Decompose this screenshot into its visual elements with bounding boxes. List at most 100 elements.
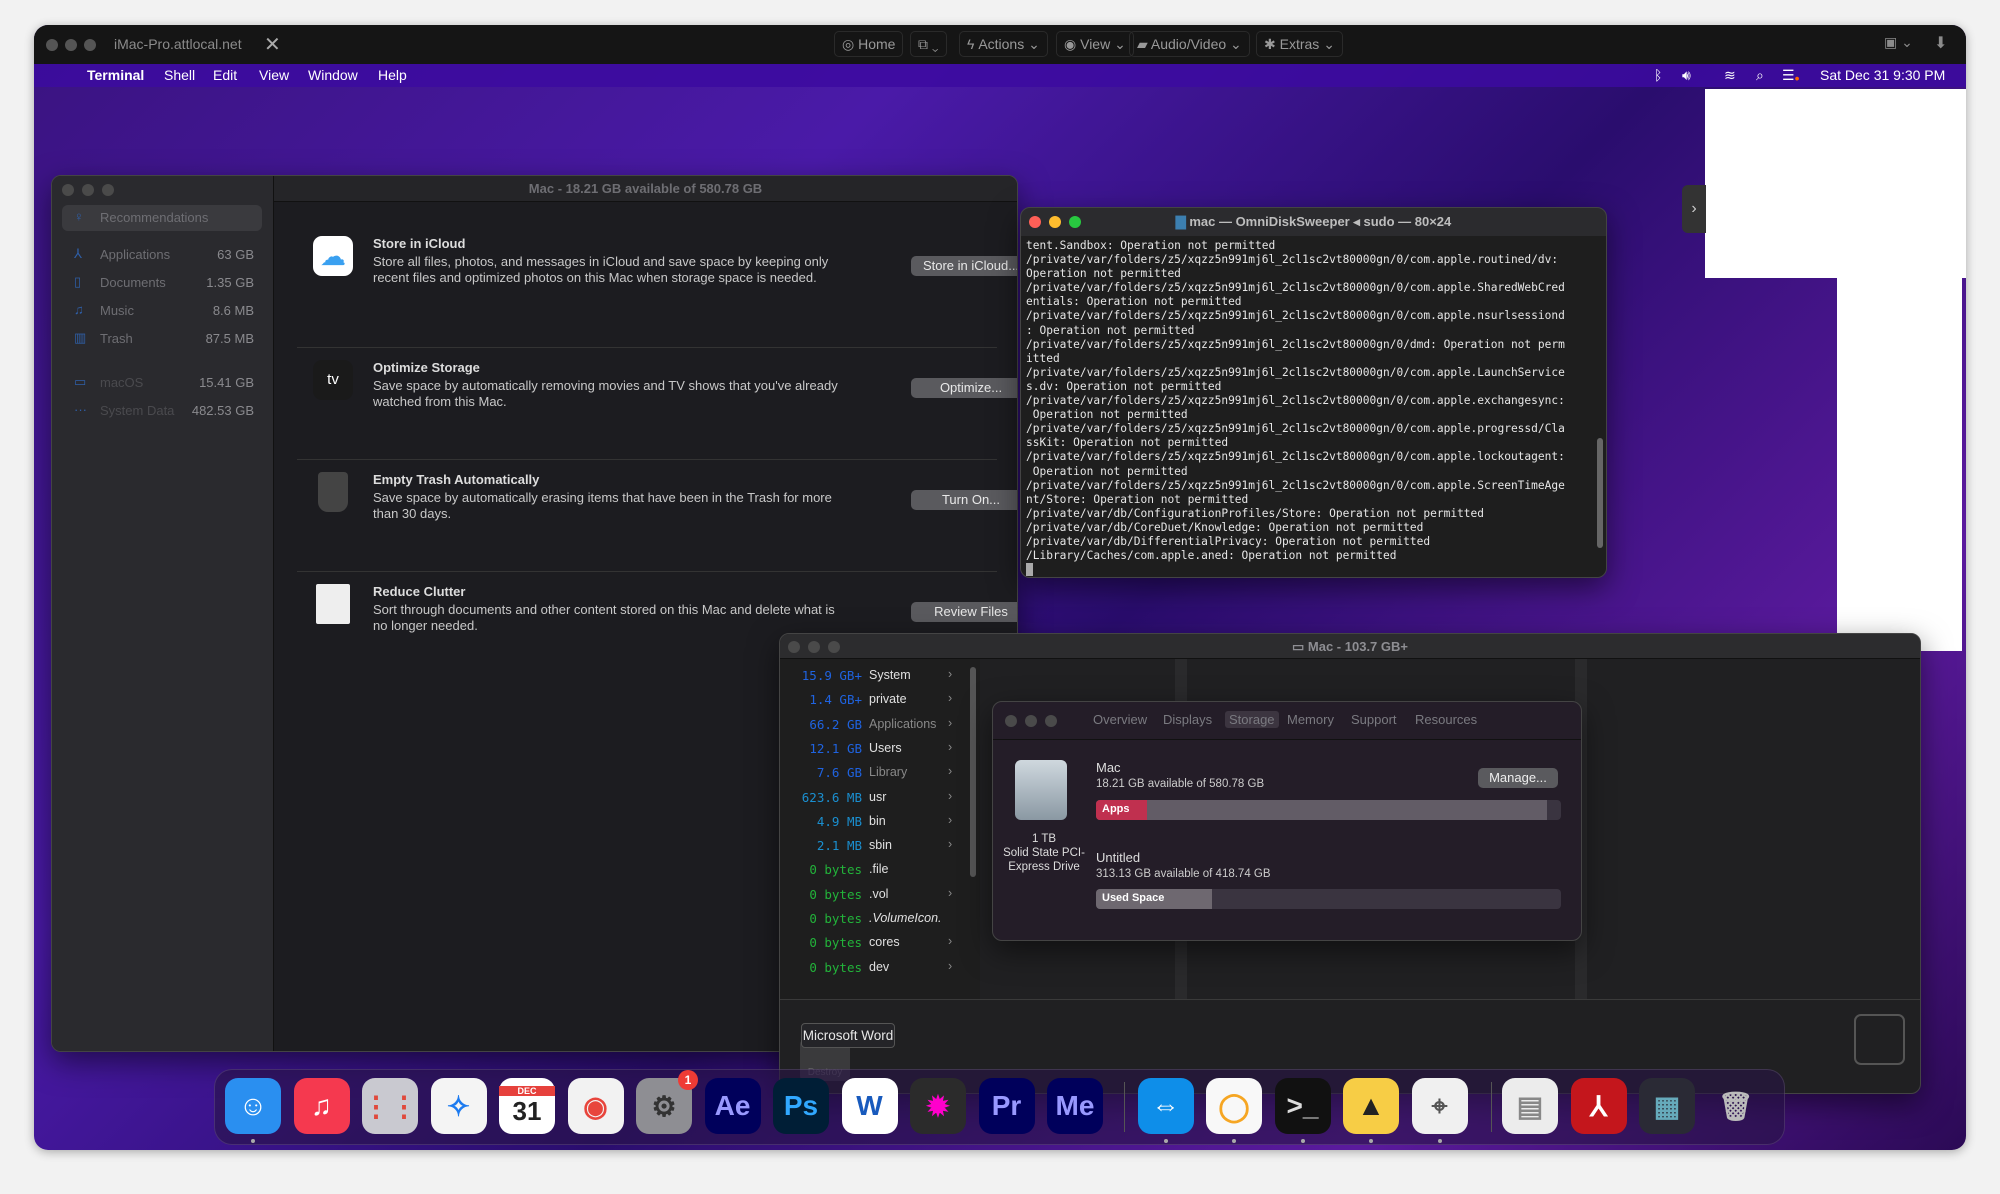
dock-trash-icon[interactable]: 🗑 (1708, 1078, 1764, 1134)
sidebar-item-music[interactable]: ♫ Music 8.6 MB (62, 298, 262, 324)
scrollbar[interactable] (970, 667, 976, 877)
sidebar-item-recommendations[interactable]: ♀ Recommendations (62, 205, 262, 231)
tab-storage[interactable]: Storage (1225, 711, 1279, 728)
folder-row[interactable]: 0 bytes cores › (780, 931, 970, 955)
trash-icon: ▥ (74, 330, 87, 345)
folder-row[interactable]: 0 bytes .file (780, 858, 970, 882)
wifi-icon[interactable]: ≋ (1724, 67, 1736, 84)
search-icon[interactable]: ⌕ (1756, 67, 1764, 84)
terminal-title: ▇ mac — OmniDiskSweeper ◂ sudo — 80×24 (1175, 214, 1452, 229)
folder-row[interactable]: 623.6 MB usr › (780, 786, 970, 810)
dock-after-effects-icon[interactable]: Ae (704, 1078, 761, 1134)
menu-help[interactable]: Help (378, 67, 407, 83)
recommendation-button[interactable]: Optimize... (911, 378, 1017, 398)
close-icon[interactable]: ✕ (264, 32, 281, 57)
dock-disk-app-icon[interactable]: ◯ (1206, 1078, 1262, 1134)
tab-support[interactable]: Support (1351, 712, 1397, 727)
chevron-right-icon: › (948, 788, 953, 803)
terminal-window-icon[interactable]: ▣ ⌄ (1884, 34, 1913, 51)
ods-title: Mac - 103.7 GB+ (1307, 639, 1408, 654)
sidebar-item-applications[interactable]: ⅄ Applications 63 GB (62, 242, 262, 268)
chevron-right-icon: › (948, 715, 953, 730)
sidebar-item-trash[interactable]: ▥ Trash 87.5 MB (62, 326, 262, 352)
menu-window[interactable]: Window (308, 67, 358, 83)
folder-row[interactable]: 15.9 GB+ System › (780, 664, 970, 688)
tab-memory[interactable]: Memory (1287, 712, 1334, 727)
menu-shell[interactable]: Shell (164, 67, 195, 83)
control-center-icon[interactable]: ☰ • (1782, 67, 1799, 86)
tab-displays[interactable]: Displays (1163, 712, 1212, 727)
terminal-line: tent.Sandbox: Operation not permitted (1026, 239, 1276, 252)
dock-terminal-icon[interactable]: >_ (1274, 1078, 1331, 1134)
folder-row[interactable]: 1.4 GB+ private › (780, 688, 970, 712)
extras-button[interactable]: ✱ Extras ⌄ (1256, 31, 1343, 57)
apps-fill: Apps (1096, 800, 1148, 820)
folder-row[interactable]: 0 bytes dev › (780, 956, 970, 980)
dock-media-encoder-icon[interactable]: Me (1047, 1078, 1103, 1134)
close-dot[interactable] (46, 39, 58, 51)
dock-chrome-icon[interactable]: ◉ (567, 1078, 624, 1134)
home-button[interactable]: ◎ Home (834, 31, 904, 57)
terminal-output[interactable]: tent.Sandbox: Operation not permitted/pr… (1021, 236, 1606, 577)
app-store-icon: ⅄ (74, 246, 82, 261)
dock-launchpad-icon[interactable]: ⋮⋮ (362, 1078, 418, 1134)
chevron-right-icon: › (948, 958, 953, 973)
zoom-dot[interactable] (84, 39, 96, 51)
folder-row[interactable]: 0 bytes .VolumeIcon. (780, 907, 970, 931)
remote-screen: iMac-Pro.attlocal.net ✕ ◎ Home ⧉ ⌄ ϟ Act… (34, 25, 1966, 1150)
clock[interactable]: Sat Dec 31 9:30 PM (1820, 67, 1945, 83)
dock-safari-icon[interactable]: ✧ (430, 1078, 487, 1134)
recommendation-button[interactable]: Review Files (911, 602, 1017, 622)
dock-microsoft-word-icon[interactable]: W (841, 1078, 898, 1134)
dock-music-icon[interactable]: ♫ (293, 1078, 350, 1134)
folder-row[interactable]: 7.6 GB Library › (780, 761, 970, 785)
dock-acrobat-folder-icon[interactable]: ⅄ (1570, 1078, 1627, 1134)
dock-system-preferences-icon[interactable]: ⚙ 1 (636, 1070, 698, 1134)
dock-photoshop-icon[interactable]: Ps (773, 1078, 829, 1134)
blank-overlay (1837, 278, 1962, 651)
view-button[interactable]: ◉ View ⌄ (1056, 31, 1134, 57)
dock-premiere-pro-icon[interactable]: Pr (978, 1078, 1035, 1134)
dock-final-cut-pro-icon[interactable]: ✹ (910, 1078, 966, 1134)
folder-row[interactable]: 4.9 MB bin › (780, 810, 970, 834)
menu-edit[interactable]: Edit (213, 67, 237, 83)
recommendation-button[interactable]: Store in iCloud... (911, 256, 1017, 276)
menu-app-name[interactable]: Terminal (87, 67, 144, 83)
dock-broom-app-icon[interactable]: ▲ (1343, 1078, 1399, 1134)
folder-list: 15.9 GB+ System › 1.4 GB+ private › 66.2 GB App… (780, 659, 980, 999)
dock-finder-icon[interactable]: ☺ (225, 1078, 281, 1134)
recommendation-button[interactable]: Turn On... (911, 490, 1017, 510)
folder-row[interactable]: 12.1 GB Users › (780, 737, 970, 761)
recommendation-description: Sort through documents and other content… (373, 602, 835, 633)
dock-document-icon[interactable]: ▤ (1502, 1078, 1558, 1134)
dock-system-information-icon[interactable]: ⌖ (1411, 1078, 1468, 1134)
tab-resources[interactable]: Resources (1415, 712, 1477, 727)
dock-teamviewer-icon[interactable]: ⇔ (1137, 1078, 1194, 1134)
audio-video-button[interactable]: ▰ Audio/Video ⌄ (1129, 31, 1250, 57)
terminal-line: s.dv: Operation not permitted (1026, 379, 1222, 393)
about-this-mac-window: Overview Displays Storage Memory Support Reso… (992, 701, 1582, 941)
download-icon[interactable]: ⬇ (1934, 33, 1947, 53)
scrollbar[interactable] (1597, 438, 1603, 548)
terminal-line: /Library/Caches/com.apple.aned: Operatio… (1026, 549, 1397, 563)
actions-button[interactable]: ϟ Actions ⌄ (959, 31, 1048, 57)
side-panel-toggle[interactable]: › (1682, 185, 1706, 233)
clipboard-button[interactable]: ⧉ ⌄ (910, 31, 947, 57)
folder-row[interactable]: 2.1 MB sbin › (780, 834, 970, 858)
folder-row[interactable]: 0 bytes .vol › (780, 883, 970, 907)
bluetooth-icon[interactable]: ᛒ (1654, 67, 1662, 83)
terminal-line: /private/var/folders/z5/xqzz5n991mj6l_2c… (1026, 309, 1565, 323)
minimize-dot[interactable] (65, 39, 77, 51)
sidebar-item-macos[interactable]: ▭ macOS 15.41 GB (62, 370, 262, 396)
volume-icon[interactable]: 🔊︎ (1682, 67, 1691, 84)
dock-calendar-icon[interactable]: 31 DEC (499, 1078, 555, 1134)
folder-row[interactable]: 66.2 GB Applications › (780, 713, 970, 737)
sidebar-item-system-data[interactable]: ··· System Data 482.53 GB (62, 398, 262, 424)
sidebar-item-documents[interactable]: ▯ Documents 1.35 GB (62, 270, 262, 296)
square-button[interactable] (1854, 1014, 1905, 1065)
menu-view[interactable]: View (259, 67, 289, 83)
terminal-line: /private/var/folders/z5/xqzz5n991mj6l_2c… (1026, 337, 1565, 351)
manage-button[interactable]: Manage... (1478, 768, 1558, 788)
dock-screen-window-icon[interactable]: ▦ (1639, 1078, 1695, 1134)
tab-overview[interactable]: Overview (1093, 712, 1147, 727)
